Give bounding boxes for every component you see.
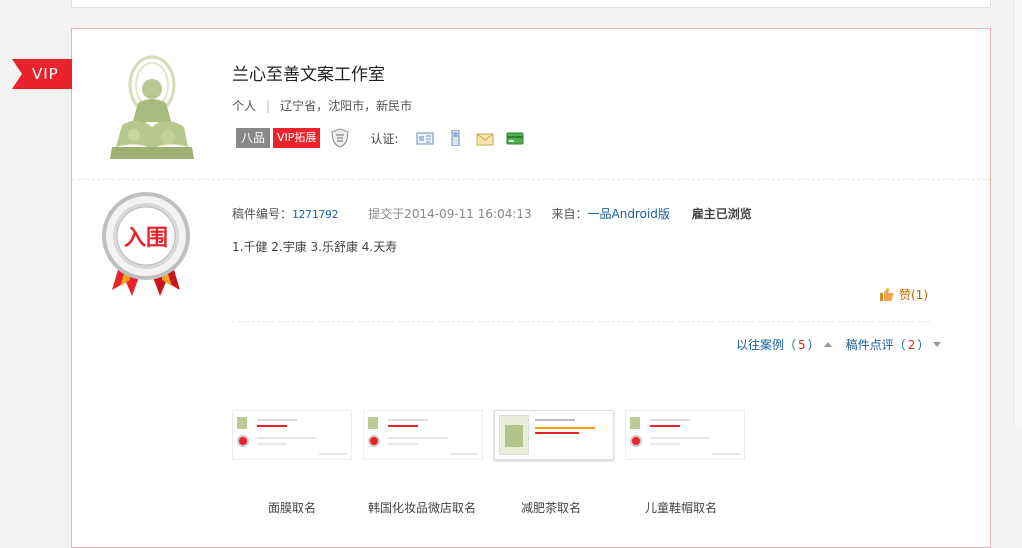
submission-source-link[interactable]: 一品Android版 bbox=[588, 207, 670, 221]
studio-type: 个人 bbox=[232, 99, 257, 113]
like-button[interactable]: 赞(1) bbox=[880, 286, 928, 303]
studio-badges: 八品 VIP拓展 认证: bbox=[236, 128, 530, 148]
studio-name[interactable]: 兰心至善文案工作室 bbox=[232, 60, 385, 85]
email-icon[interactable] bbox=[476, 130, 494, 146]
submission-content: 1.千健 2.宇康 3.乐舒康 4.天寿 bbox=[232, 240, 398, 254]
case-thumbnail[interactable] bbox=[625, 410, 745, 460]
vip-ribbon-label: VIP bbox=[32, 65, 59, 83]
submission-id[interactable]: 1271792 bbox=[292, 208, 338, 221]
like-label: 赞(1) bbox=[899, 288, 928, 302]
case-thumbnail[interactable] bbox=[363, 410, 483, 460]
award-label: 入围 bbox=[124, 226, 168, 251]
reviews-label: 稿件点评（ bbox=[845, 338, 906, 352]
past-cases-gallery bbox=[232, 410, 756, 460]
side-scroll-track[interactable] bbox=[1013, 0, 1022, 426]
submission-from-label: 来自： bbox=[551, 207, 588, 221]
studio-meta: 个人 | 辽宁省，沈阳市，新民市 bbox=[232, 97, 412, 114]
section-divider bbox=[72, 179, 990, 180]
integrity-shield-icon[interactable] bbox=[330, 128, 350, 148]
case-caption[interactable]: 韩国化妆品微店取名 bbox=[368, 499, 476, 516]
submission-id-label: 稿件编号： bbox=[232, 207, 293, 221]
id-card-icon[interactable] bbox=[416, 130, 434, 146]
case-caption[interactable]: 减肥茶取名 bbox=[521, 499, 581, 516]
studio-location: 辽宁省，沈阳市，新民市 bbox=[280, 99, 413, 113]
case-thumbnail[interactable] bbox=[232, 410, 352, 460]
past-cases-count: 5 bbox=[798, 337, 806, 352]
reviews-toggle[interactable]: 稿件点评（ 2） bbox=[846, 336, 942, 353]
reviews-count: 2 bbox=[907, 337, 916, 352]
vip-badge[interactable]: VIP拓展 bbox=[273, 128, 321, 148]
submission-info: 稿件编号：1271792 提交于2014-09-11 16:04:13 来自：一… bbox=[232, 205, 752, 222]
bank-card-icon[interactable] bbox=[506, 130, 524, 146]
previous-entry-card bbox=[71, 0, 991, 8]
studio-avatar[interactable] bbox=[108, 55, 196, 159]
reviews-close: ） bbox=[917, 338, 930, 352]
case-thumbnail[interactable] bbox=[494, 410, 614, 460]
entry-card bbox=[71, 28, 991, 548]
meta-separator: | bbox=[266, 99, 271, 113]
submission-time: 提交于2014-09-11 16:04:13 bbox=[368, 207, 532, 221]
past-cases-close: ） bbox=[807, 338, 820, 352]
thumbs-up-icon bbox=[880, 288, 894, 301]
case-caption[interactable]: 面膜取名 bbox=[268, 499, 316, 516]
employer-viewed-status: 雇主已浏览 bbox=[691, 207, 752, 221]
entry-links: 以往案例（ 5） 稿件点评（ 2） bbox=[736, 336, 942, 353]
past-cases-label: 以往案例（ bbox=[736, 338, 797, 352]
content-divider bbox=[232, 321, 930, 322]
past-cases-toggle[interactable]: 以往案例（ 5） bbox=[736, 336, 832, 353]
level-badge[interactable]: 八品 bbox=[236, 128, 271, 148]
cert-label: 认证: bbox=[370, 131, 399, 146]
vip-ribbon: VIP bbox=[12, 59, 72, 89]
caret-up-icon bbox=[823, 342, 832, 347]
caret-down-icon bbox=[933, 342, 942, 347]
award-medal: 入围 bbox=[102, 190, 190, 298]
phone-icon[interactable] bbox=[446, 130, 464, 146]
case-caption[interactable]: 儿童鞋帽取名 bbox=[645, 499, 717, 516]
